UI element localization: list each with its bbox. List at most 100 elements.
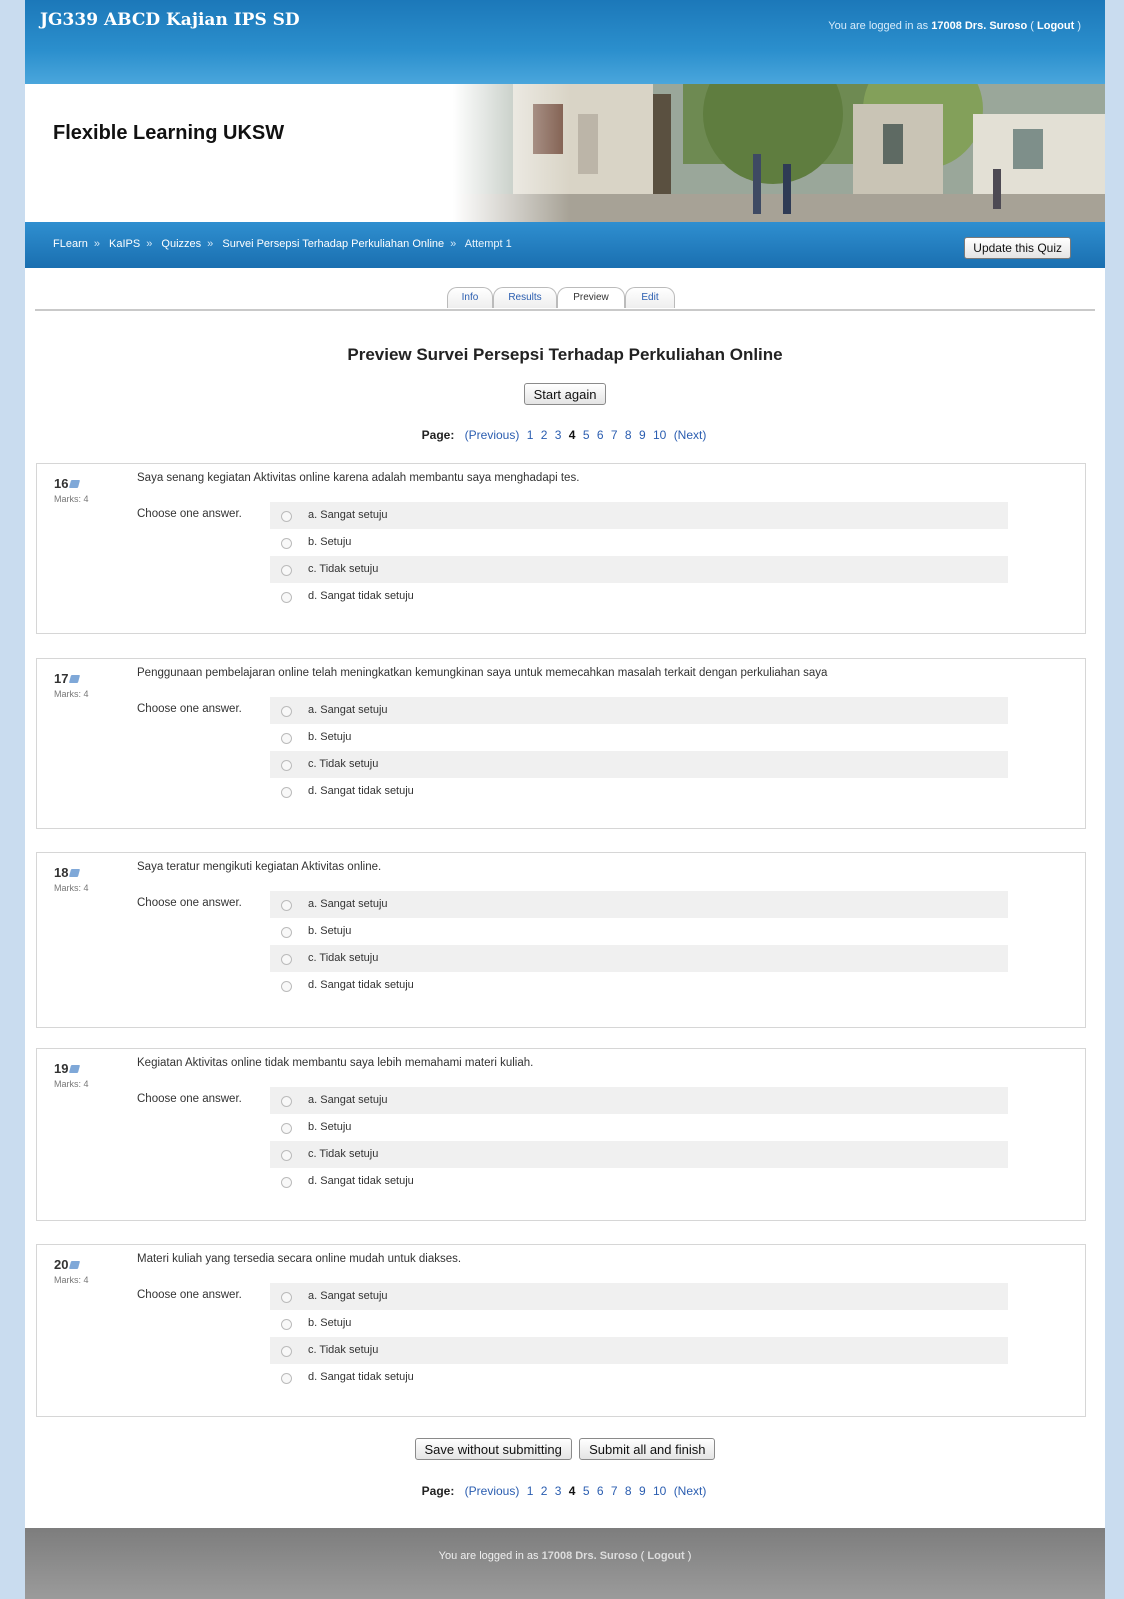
page-link-6[interactable]: 6: [597, 428, 604, 442]
radio-button[interactable]: [281, 733, 292, 744]
radio-button[interactable]: [281, 1346, 292, 1357]
page-link-8[interactable]: 8: [625, 1484, 632, 1498]
paging-next[interactable]: (Next): [674, 428, 707, 442]
bottom-buttons: Save without submitting Submit all and f…: [25, 1438, 1105, 1460]
radio-button[interactable]: [281, 927, 292, 938]
tab-edit[interactable]: Edit: [625, 287, 675, 308]
answer-option[interactable]: b. Setuju: [270, 724, 1008, 751]
breadcrumb-quizzes[interactable]: Quizzes: [161, 238, 201, 250]
answer-option[interactable]: a. Sangat setuju: [270, 891, 1008, 918]
page-link-2[interactable]: 2: [541, 428, 548, 442]
answer-option[interactable]: d. Sangat tidak setuju: [270, 972, 1008, 999]
edit-question-icon[interactable]: [69, 480, 81, 488]
question-marks: Marks: 4: [54, 494, 89, 504]
answer-option[interactable]: d. Sangat tidak setuju: [270, 778, 1008, 805]
logout-link[interactable]: Logout: [1037, 20, 1074, 32]
answer-label: c. Tidak setuju: [308, 952, 379, 964]
radio-button[interactable]: [281, 1177, 292, 1188]
answer-option[interactable]: b. Setuju: [270, 529, 1008, 556]
answer-label: d. Sangat tidak setuju: [308, 1371, 414, 1383]
answer-option[interactable]: d. Sangat tidak setuju: [270, 583, 1008, 610]
radio-button[interactable]: [281, 511, 292, 522]
edit-question-icon[interactable]: [69, 1065, 81, 1073]
radio-button[interactable]: [281, 565, 292, 576]
radio-button[interactable]: [281, 706, 292, 717]
paging-previous[interactable]: (Previous): [465, 428, 520, 442]
answer-option[interactable]: d. Sangat tidak setuju: [270, 1168, 1008, 1195]
page-link-7[interactable]: 7: [611, 1484, 618, 1498]
radio-button[interactable]: [281, 1292, 292, 1303]
answer-label: d. Sangat tidak setuju: [308, 979, 414, 991]
page-link-1[interactable]: 1: [527, 428, 534, 442]
page-link-10[interactable]: 10: [653, 1484, 666, 1498]
page-link-10[interactable]: 10: [653, 428, 666, 442]
user-link[interactable]: 17008 Drs. Suroso: [542, 1550, 638, 1562]
radio-button[interactable]: [281, 900, 292, 911]
edit-question-icon[interactable]: [69, 1261, 81, 1269]
radio-button[interactable]: [281, 592, 292, 603]
question-text: Materi kuliah yang tersedia secara onlin…: [137, 1253, 462, 1265]
answer-option[interactable]: b. Setuju: [270, 918, 1008, 945]
question-number: 18: [54, 865, 81, 880]
radio-button[interactable]: [281, 538, 292, 549]
page-link-5[interactable]: 5: [583, 1484, 590, 1498]
course-title: JG339 ABCD Kajian IPS SD: [40, 10, 300, 30]
page-link-6[interactable]: 6: [597, 1484, 604, 1498]
radio-button[interactable]: [281, 1123, 292, 1134]
page-link-1[interactable]: 1: [527, 1484, 534, 1498]
answer-option[interactable]: c. Tidak setuju: [270, 1337, 1008, 1364]
footer: You are logged in as 17008 Drs. Suroso (…: [25, 1528, 1105, 1599]
answer-option[interactable]: a. Sangat setuju: [270, 1283, 1008, 1310]
page-link-9[interactable]: 9: [639, 1484, 646, 1498]
answer-option[interactable]: b. Setuju: [270, 1310, 1008, 1337]
radio-button[interactable]: [281, 1373, 292, 1384]
answer-option[interactable]: a. Sangat setuju: [270, 697, 1008, 724]
submit-all-button[interactable]: Submit all and finish: [579, 1438, 716, 1460]
question-number: 20: [54, 1257, 81, 1272]
answer-option[interactable]: d. Sangat tidak setuju: [270, 1364, 1008, 1391]
start-again-button[interactable]: Start again: [523, 383, 607, 405]
page-link-3[interactable]: 3: [555, 1484, 562, 1498]
answer-label: b. Setuju: [308, 536, 352, 548]
radio-button[interactable]: [281, 1096, 292, 1107]
question-number: 16: [54, 476, 81, 491]
save-without-submitting-button[interactable]: Save without submitting: [414, 1438, 572, 1460]
answer-option[interactable]: a. Sangat setuju: [270, 502, 1008, 529]
radio-button[interactable]: [281, 981, 292, 992]
user-link[interactable]: 17008 Drs. Suroso: [931, 20, 1027, 32]
radio-button[interactable]: [281, 787, 292, 798]
page-link-3[interactable]: 3: [555, 428, 562, 442]
edit-question-icon[interactable]: [69, 675, 81, 683]
answer-option[interactable]: c. Tidak setuju: [270, 556, 1008, 583]
answer-option[interactable]: c. Tidak setuju: [270, 1141, 1008, 1168]
answer-option[interactable]: c. Tidak setuju: [270, 945, 1008, 972]
breadcrumb-flearn[interactable]: FLearn: [53, 238, 88, 250]
paging-previous[interactable]: (Previous): [465, 1484, 520, 1498]
breadcrumb-kaips[interactable]: KaIPS: [109, 238, 140, 250]
tab-row: Info Results Preview Edit: [35, 283, 1095, 311]
page-link-9[interactable]: 9: [639, 428, 646, 442]
question-number: 19: [54, 1061, 81, 1076]
radio-button[interactable]: [281, 760, 292, 771]
radio-button[interactable]: [281, 954, 292, 965]
tab-results[interactable]: Results: [493, 287, 557, 308]
update-quiz-button[interactable]: Update this Quiz: [964, 237, 1071, 259]
question-number-text: 17: [54, 671, 69, 686]
quiz-title: Preview Survei Persepsi Terhadap Perkuli…: [347, 345, 783, 364]
page-link-5[interactable]: 5: [583, 428, 590, 442]
answer-option[interactable]: c. Tidak setuju: [270, 751, 1008, 778]
paging-next[interactable]: (Next): [674, 1484, 707, 1498]
tab-info[interactable]: Info: [447, 287, 493, 308]
question-number: 17: [54, 671, 81, 686]
logout-link[interactable]: Logout: [647, 1550, 684, 1562]
radio-button[interactable]: [281, 1150, 292, 1161]
answer-option[interactable]: b. Setuju: [270, 1114, 1008, 1141]
page-link-7[interactable]: 7: [611, 428, 618, 442]
breadcrumb-quiz[interactable]: Survei Persepsi Terhadap Perkuliahan Onl…: [222, 238, 444, 250]
answer-option[interactable]: a. Sangat setuju: [270, 1087, 1008, 1114]
page-link-2[interactable]: 2: [541, 1484, 548, 1498]
edit-question-icon[interactable]: [69, 869, 81, 877]
radio-button[interactable]: [281, 1319, 292, 1330]
page-link-8[interactable]: 8: [625, 428, 632, 442]
tab-preview[interactable]: Preview: [557, 287, 625, 308]
